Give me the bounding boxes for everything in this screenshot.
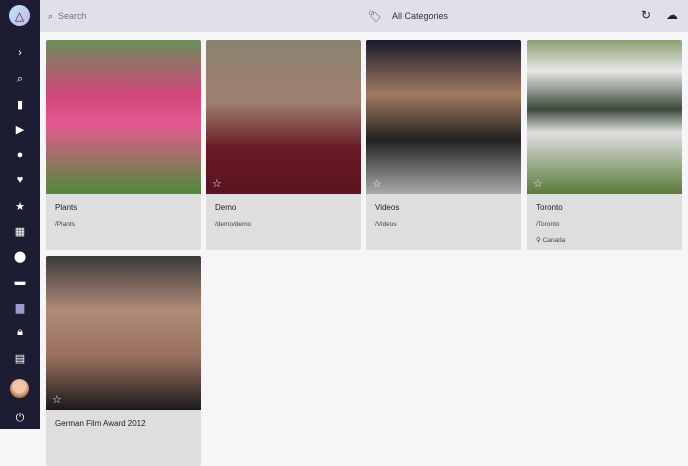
category-select[interactable]: 🏷︎ All Categories: [368, 10, 448, 23]
upload-icon[interactable]: ☁: [666, 8, 678, 22]
folder-thumbnail: ☆: [527, 40, 682, 194]
top-toolbar: ⌕ Search 🏷︎ All Categories ↻ ☁: [40, 0, 688, 32]
folder-card[interactable]: Plants/Plants: [46, 40, 201, 250]
folder-card[interactable]: ☆ German Film Award 2012: [46, 256, 201, 466]
logo[interactable]: △: [9, 5, 30, 26]
folder-thumbnail: ☆: [206, 40, 361, 194]
folder-card[interactable]: ☆ Demo/demo/demo: [206, 40, 361, 250]
refresh-icon[interactable]: ↻: [641, 8, 651, 22]
power-icon[interactable]: ⏻: [0, 408, 40, 428]
star-icon[interactable]: ★: [0, 196, 40, 216]
star-icon[interactable]: ☆: [52, 393, 62, 406]
folder-thumbnail: [46, 40, 201, 194]
folder-card[interactable]: ☆ Toronto/Toronto ⚲ Canada: [527, 40, 682, 250]
tag-icon: 🏷︎: [368, 10, 382, 23]
folder-card[interactable]: ☆ Videos/Videos: [366, 40, 521, 250]
search-input[interactable]: ⌕ Search: [48, 11, 348, 22]
star-icon[interactable]: ☆: [533, 177, 543, 190]
library-icon[interactable]: ▤: [0, 348, 40, 368]
search-icon: ⌕: [48, 10, 54, 21]
place-icon[interactable]: ⬤: [0, 246, 40, 266]
search-icon[interactable]: ⌕: [0, 69, 40, 89]
avatar[interactable]: [10, 379, 29, 398]
label-icon[interactable]: ▬: [0, 272, 40, 292]
heart-icon[interactable]: ♥: [0, 170, 40, 190]
lock-icon[interactable]: 🔒︎: [0, 322, 40, 342]
sidebar: △ › ⌕ ▮ ▶ ● ♥ ★ ▦ ⬤ ▬ ▆ 🔒︎ ▤ ⏻: [0, 0, 40, 429]
place-icon: ⚲: [536, 237, 543, 244]
star-icon[interactable]: ☆: [212, 177, 222, 190]
person-icon[interactable]: ●: [0, 145, 40, 165]
folder-thumbnail: ☆: [46, 256, 201, 410]
folder-icon[interactable]: ▆: [0, 297, 40, 317]
bookmark-icon[interactable]: ▮: [0, 94, 40, 114]
play-icon[interactable]: ▶: [0, 119, 40, 139]
location: ⚲ Canada: [536, 237, 566, 244]
expand-chevron-icon[interactable]: ›: [0, 43, 40, 63]
star-icon[interactable]: ☆: [372, 177, 382, 190]
calendar-icon[interactable]: ▦: [0, 221, 40, 241]
folder-thumbnail: ☆: [366, 40, 521, 194]
